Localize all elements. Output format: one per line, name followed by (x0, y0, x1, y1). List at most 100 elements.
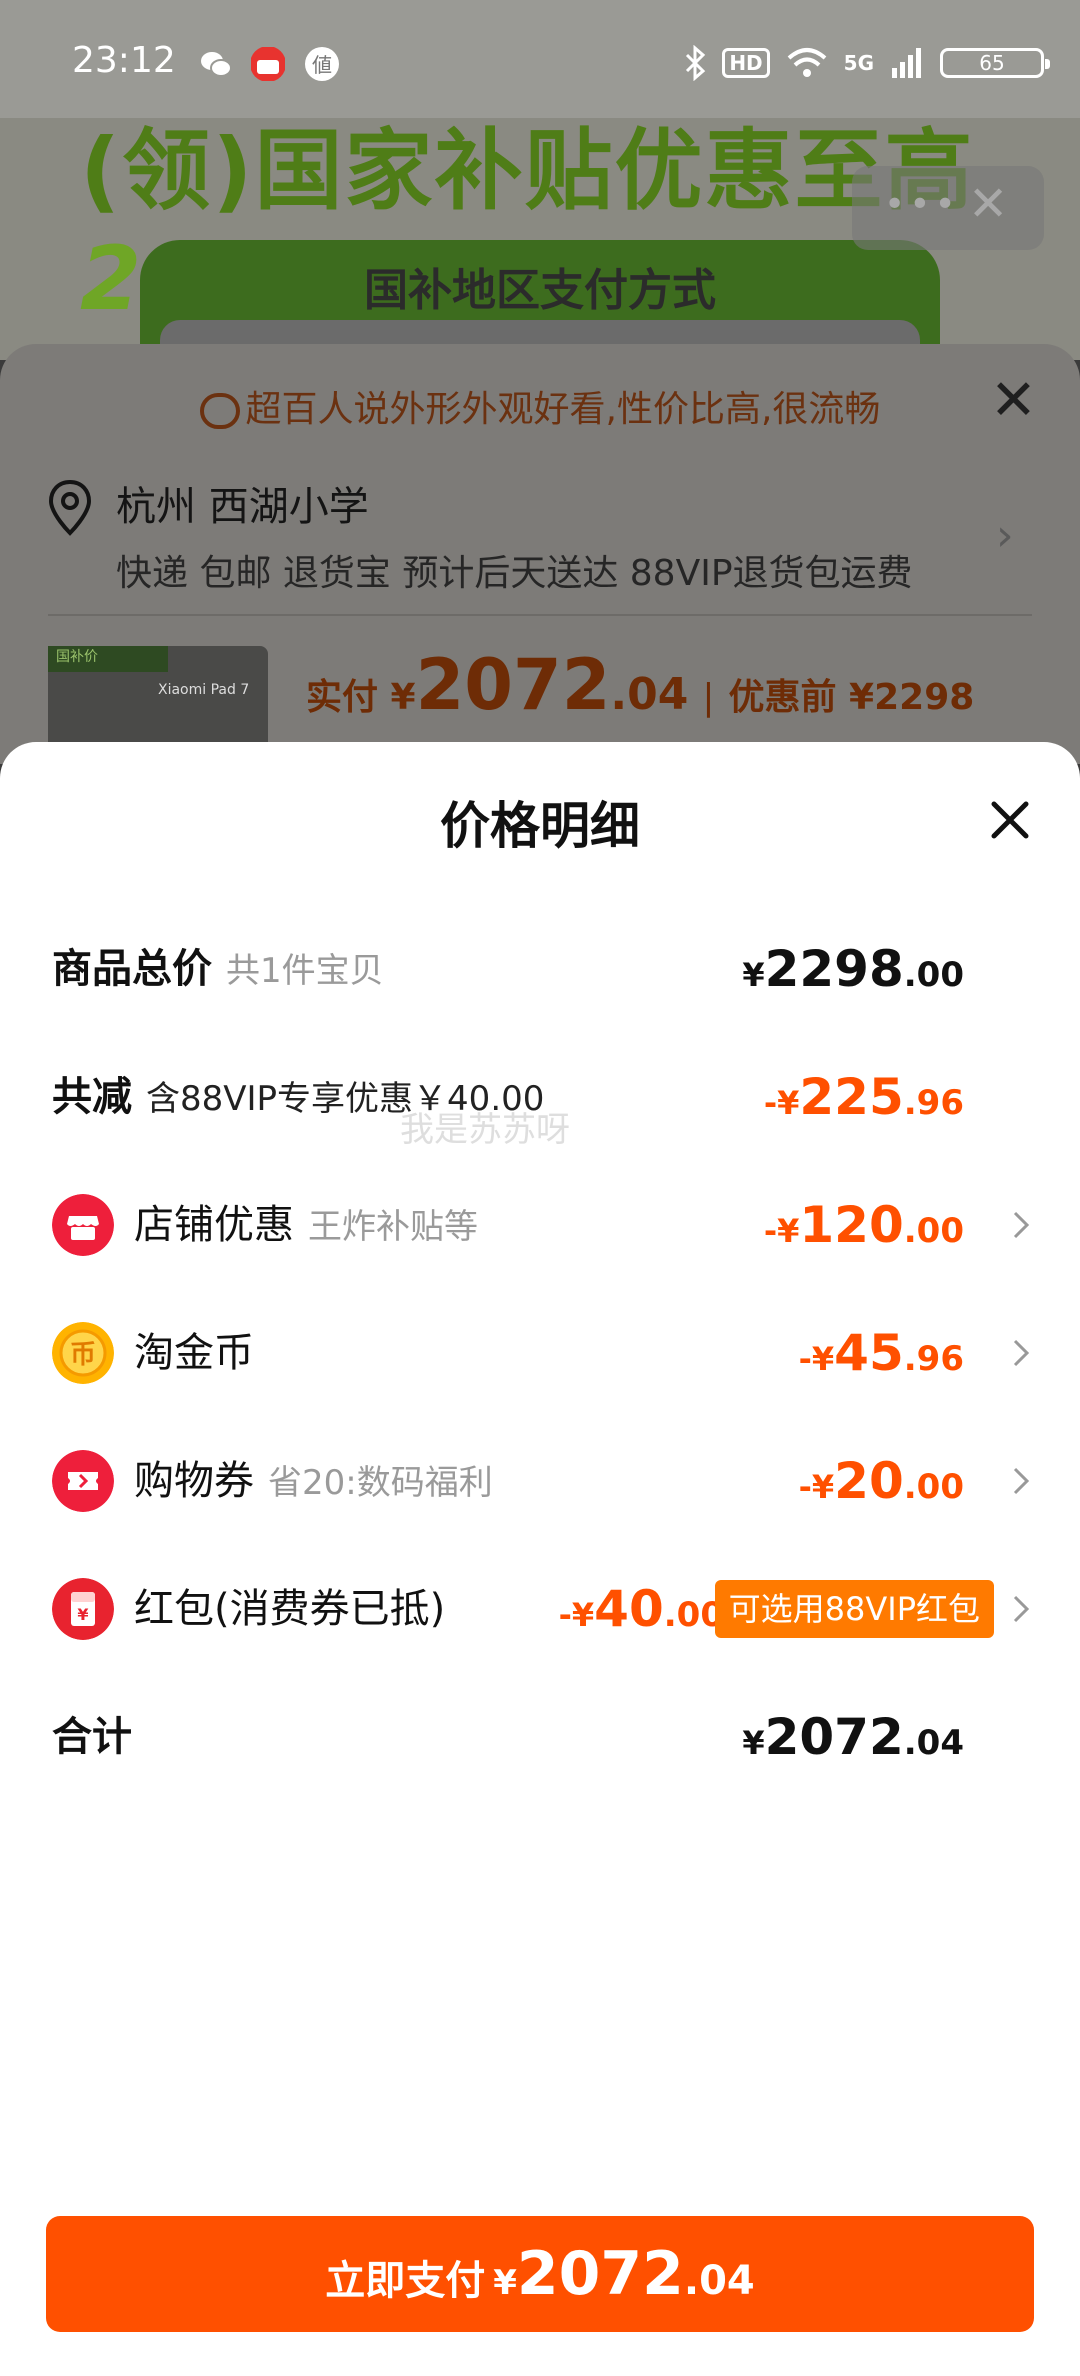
grand-total-label: 合计 (52, 1714, 132, 1760)
svg-text:币: 币 (70, 1340, 96, 1370)
total-discount-label: 共减 (52, 1074, 132, 1120)
chat-bubble-icon (199, 393, 240, 429)
wechat-icon (201, 52, 232, 77)
currency: ¥ (742, 1724, 765, 1762)
bluetooth-icon (686, 45, 706, 81)
amount-int: 40 (594, 1580, 664, 1638)
pay-now-label: 立即支付 (325, 2258, 486, 2304)
zhide-app-icon: 値 (305, 47, 339, 81)
taobao-app-icon (251, 47, 285, 81)
price-detail-sheet: 价格明细 我是苏苏呀 商品总价 共1件宝贝 ¥2298.00 共减 含88VIP专享… (0, 742, 1080, 2376)
amount-dec: .00 (903, 1211, 964, 1251)
location-pin-icon (48, 480, 92, 536)
divider (48, 614, 1032, 616)
amount-int: 225 (799, 1068, 904, 1126)
subsidy-payment-panel: 国补地区支付方式 (140, 240, 940, 360)
taojinbi-label: 淘金币 (134, 1330, 254, 1376)
store-discount-label: 店铺优惠 (134, 1202, 294, 1248)
review-notice: 超百人说外形外观好看,性价比高,很流畅 (0, 370, 1080, 450)
currency: -¥ (798, 1468, 835, 1506)
currency: -¥ (763, 1212, 800, 1250)
amount-int: 45 (834, 1324, 904, 1382)
currency: ¥ (493, 2263, 517, 2303)
red-packet-amount: -¥40.00 (559, 1564, 724, 1654)
currency: -¥ (558, 1596, 595, 1634)
red-packet-icon: ¥ (52, 1578, 114, 1640)
order-sheet-background: 超百人说外形外观好看,性价比高,很流畅 ✕ 杭州 西湖小学 快递 包邮 退货宝 … (0, 344, 1080, 766)
red-packet-label: 红包(消费券已抵) (134, 1586, 446, 1632)
chevron-right-icon (1013, 1467, 1030, 1495)
hd-badge: HD (722, 48, 770, 78)
amount-dec: .04 (903, 1723, 964, 1763)
currency: -¥ (798, 1340, 835, 1378)
red-packet-row[interactable]: ¥ 红包(消费券已抵) -¥40.00 可选用88VIP红包 (52, 1564, 1032, 1654)
taojinbi-row[interactable]: 币 淘金币 -¥45.96 (52, 1308, 1032, 1398)
review-notice-text: 超百人说外形外观好看,性价比高,很流畅 (245, 389, 881, 430)
amount-int: 2298 (764, 940, 904, 998)
shopping-coupon-note: 省20:数码福利 (268, 1463, 493, 1503)
amount-dec: .96 (903, 1083, 964, 1123)
banner-text: (领)国家补贴优惠至高 (80, 119, 975, 222)
amount-int: 120 (799, 1196, 904, 1254)
item-count: 共1件宝贝 (226, 951, 384, 991)
amount-int: 2072 (764, 1708, 904, 1766)
store-discount-row[interactable]: 店铺优惠 王炸补贴等 -¥120.00 (52, 1180, 1032, 1270)
shopping-coupon-amount: -¥20.00 (799, 1436, 964, 1526)
price-dec: .04 (610, 669, 689, 720)
store-discount-note: 王炸补贴等 (308, 1207, 478, 1247)
sheet-title: 价格明细 (440, 797, 640, 855)
svg-text:¥: ¥ (77, 1605, 88, 1624)
product-price: 实付 ¥2072.04 | 优惠前 ¥2298 (306, 644, 974, 726)
status-bar: 23:12 値 HD 5G 65 (0, 0, 1080, 118)
svg-text:値: 値 (312, 53, 332, 77)
goods-total-row: 商品总价 共1件宝贝 ¥2298.00 (52, 924, 1032, 1014)
shopping-coupon-label: 购物券 (134, 1458, 254, 1504)
price-label: 实付 ¥ (306, 677, 416, 718)
currency: ¥ (742, 956, 765, 994)
clock: 23:12 (72, 40, 176, 81)
status-icons: HD 5G 65 (684, 42, 1050, 84)
battery-level: 65 (979, 51, 1005, 75)
panel-label: 国补地区支付方式 (364, 265, 716, 316)
amount-dec: .00 (903, 955, 964, 995)
price-before: 优惠前 ¥2298 (728, 677, 975, 718)
capsule-menu[interactable]: ••• ✕ (852, 166, 1044, 250)
address-line: 杭州 西湖小学 (116, 484, 369, 530)
amount-dec: .96 (903, 1339, 964, 1379)
close-icon[interactable] (988, 798, 1032, 842)
price-separator: | (702, 677, 715, 718)
chevron-right-icon (1013, 1339, 1030, 1367)
total-discount-amount: -¥225.96 (764, 1052, 964, 1142)
product-tag: 国补价 (48, 646, 168, 672)
order-close-icon[interactable]: ✕ (990, 368, 1037, 433)
network-type: 5G (843, 51, 874, 75)
total-discount-row: 共减 含88VIP专享优惠￥40.00 -¥225.96 (52, 1052, 1032, 1142)
battery-icon: 65 (940, 48, 1050, 78)
vip-red-packet-chip[interactable]: 可选用88VIP红包 (714, 1580, 994, 1638)
grand-total-amount: ¥2072.04 (742, 1692, 964, 1782)
goods-total-label: 商品总价 (52, 946, 212, 992)
amount-int: 2072 (516, 2239, 684, 2309)
taojinbi-amount: -¥45.96 (799, 1308, 964, 1398)
grand-total-row: 合计 ¥2072.04 (52, 1692, 1032, 1782)
wifi-icon (787, 48, 826, 77)
store-icon (52, 1194, 114, 1256)
currency: -¥ (763, 1084, 800, 1122)
signal-icon (892, 48, 921, 78)
pay-now-button[interactable]: 立即支付 ¥2072.04 (46, 2216, 1034, 2332)
more-icon[interactable]: ••• (884, 184, 960, 225)
shopping-coupon-row[interactable]: 购物券 省20:数码福利 -¥20.00 (52, 1436, 1032, 1526)
price-int: 2072 (415, 644, 611, 726)
close-icon[interactable]: ✕ (968, 176, 1008, 232)
amount-dec: .00 (903, 1467, 964, 1507)
coin-icon: 币 (52, 1322, 114, 1384)
chevron-right-icon (1013, 1211, 1030, 1239)
goods-total-amount: ¥2298.00 (742, 924, 964, 1014)
product-model: Xiaomi Pad 7 (158, 682, 250, 698)
shipping-address[interactable]: 杭州 西湖小学 快递 包邮 退货宝 预计后天送达 88VIP退货包运费 › (48, 474, 1028, 614)
delivery-info: 快递 包邮 退货宝 预计后天送达 88VIP退货包运费 (116, 553, 913, 594)
store-discount-amount: -¥120.00 (764, 1180, 964, 1270)
amount-dec: .04 (683, 2258, 755, 2304)
ticket-icon (52, 1450, 114, 1512)
chevron-right-icon: › (996, 510, 1014, 561)
